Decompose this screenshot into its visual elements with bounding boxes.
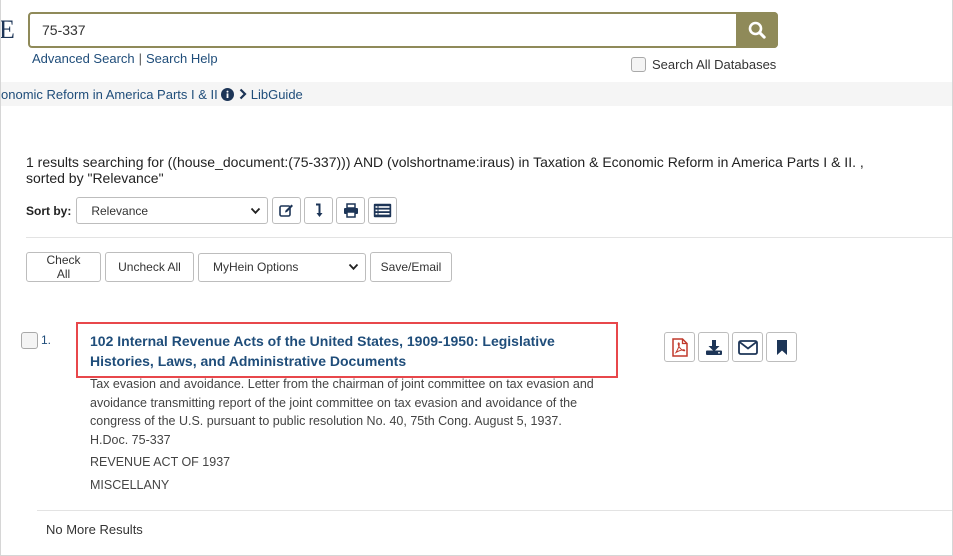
chevron-down-icon (348, 263, 359, 271)
download-button[interactable] (698, 332, 729, 362)
site-logo[interactable]: E (1, 15, 15, 45)
sort-select[interactable]: Relevance (76, 197, 269, 224)
sort-arrow-icon (315, 203, 323, 217)
bookmark-icon (776, 339, 787, 355)
chevron-down-icon (251, 207, 261, 214)
chevron-right-icon (239, 88, 247, 100)
search-input[interactable] (30, 14, 738, 46)
print-icon (343, 203, 358, 218)
search-button[interactable] (736, 12, 778, 48)
sort-direction-button[interactable] (304, 197, 334, 224)
link-separator: | (138, 51, 143, 66)
check-all-button[interactable]: Check All (26, 252, 101, 282)
pdf-icon (671, 337, 688, 357)
result-description: Tax evasion and avoidance. Letter from t… (90, 377, 594, 447)
myhein-options-select[interactable]: MyHein Options (198, 252, 366, 282)
edit-button[interactable] (272, 197, 302, 224)
uncheck-all-button[interactable]: Uncheck All (105, 252, 194, 282)
result-actions (664, 332, 800, 362)
search-all-databases-label: Search All Databases (652, 57, 777, 72)
divider (26, 237, 952, 238)
no-more-results: No More Results (46, 522, 143, 537)
myhein-options-value: MyHein Options (213, 260, 299, 274)
results-bottom-divider (37, 510, 952, 511)
email-button[interactable] (732, 332, 763, 362)
search-all-databases-checkbox[interactable] (631, 57, 646, 72)
list-view-button[interactable] (368, 197, 398, 224)
results-summary-line1: 1 results searching for ((house_document… (26, 154, 864, 170)
download-icon (705, 339, 722, 355)
edit-icon (279, 204, 294, 217)
sort-label: Sort by: (26, 203, 72, 218)
envelope-icon (737, 339, 758, 355)
advanced-search-link[interactable]: Advanced Search (32, 51, 135, 66)
breadcrumb: onomic Reform in America Parts I & II Li… (1, 82, 952, 106)
result-checkbox[interactable] (21, 332, 38, 349)
result-title-link[interactable]: 102 Internal Revenue Acts of the United … (90, 331, 610, 371)
list-view-icon (374, 203, 392, 218)
search-sub-links: Advanced Search | Search Help (32, 51, 218, 66)
result-subject-2: MISCELLANY (90, 478, 170, 492)
search-help-link[interactable]: Search Help (146, 51, 218, 66)
sort-row: Sort by: Relevance (26, 197, 398, 224)
pdf-button[interactable] (664, 332, 695, 362)
result-subject-1: REVENUE ACT OF 1937 (90, 455, 231, 469)
save-email-button[interactable]: Save/Email (370, 252, 452, 282)
search-all-databases[interactable]: Search All Databases (631, 57, 776, 72)
search-box (28, 12, 778, 48)
info-icon[interactable] (220, 87, 234, 101)
results-summary-line2: sorted by "Relevance" (26, 170, 164, 186)
action-row: Check All Uncheck All MyHein Options Sav… (26, 252, 456, 282)
results-summary: 1 results searching for ((house_document… (26, 154, 941, 186)
page-frame: E Advanced Search|Search Help Search All… (0, 0, 953, 556)
search-icon (748, 21, 766, 39)
breadcrumb-collection[interactable]: onomic Reform in America Parts I & II (1, 87, 218, 102)
breadcrumb-libguide[interactable]: LibGuide (251, 87, 303, 102)
sort-select-value: Relevance (91, 203, 149, 218)
bookmark-button[interactable] (766, 332, 797, 362)
print-button[interactable] (336, 197, 366, 224)
result-number: 1. (41, 333, 52, 347)
